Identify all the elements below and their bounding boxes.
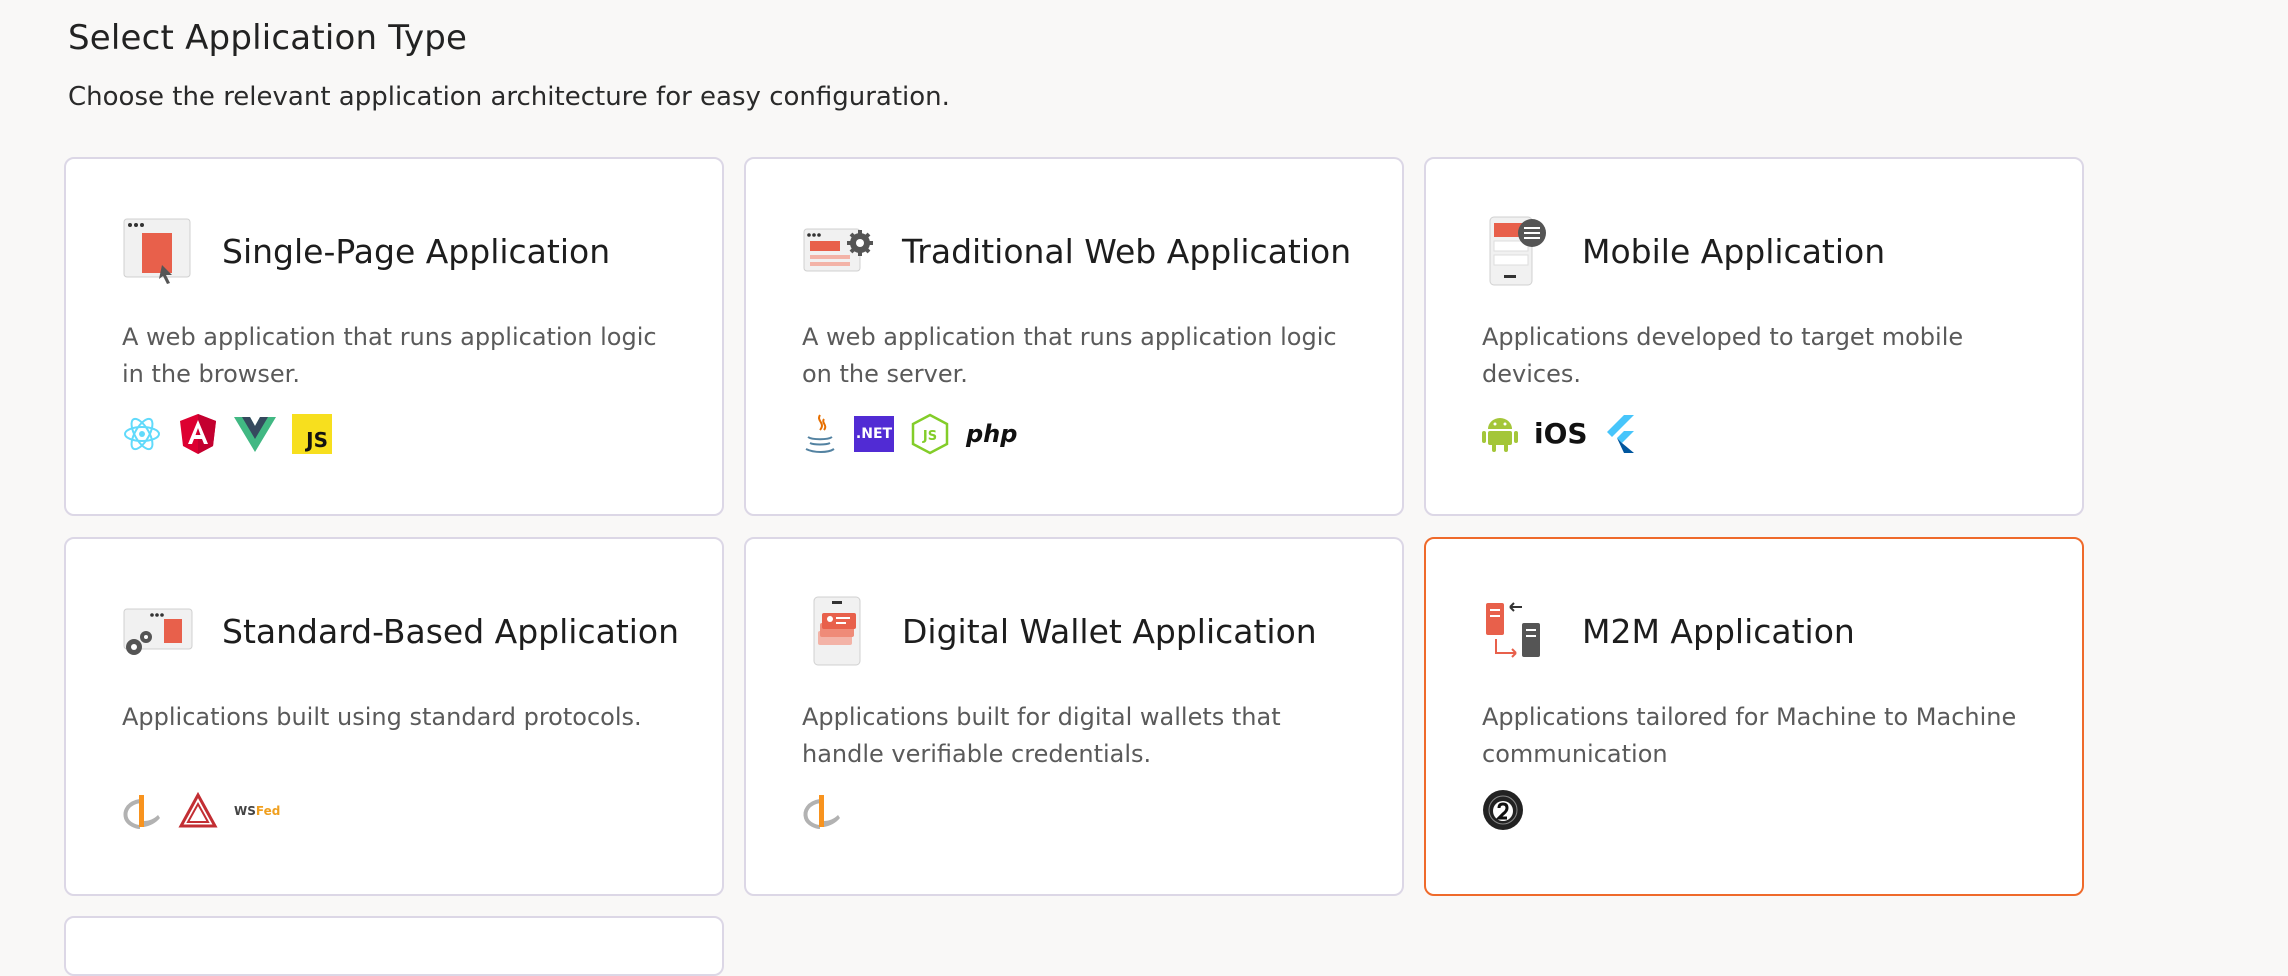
- technology-list: [1482, 789, 1524, 831]
- nodejs-icon: JS: [910, 413, 950, 455]
- android-icon: [1482, 413, 1518, 453]
- card-title: Traditional Web Application: [902, 231, 1352, 271]
- standard-based-app-icon: [122, 595, 194, 667]
- card-description: A web application that runs application …: [122, 323, 657, 388]
- react-icon: [122, 414, 162, 454]
- card-m2m-application[interactable]: M2M Application Applications tailored fo…: [1424, 537, 2084, 896]
- card-description: Applications developed to target mobile …: [1482, 323, 1964, 388]
- wsfed-icon: WS Fed: [234, 804, 281, 818]
- card-description: Applications built for digital wallets t…: [802, 703, 1281, 768]
- vue-icon: [234, 415, 276, 453]
- technology-list: JS: [122, 413, 332, 455]
- card-title: Mobile Application: [1582, 231, 1886, 271]
- card-partial[interactable]: [64, 916, 724, 976]
- flutter-icon: [1604, 413, 1636, 453]
- angular-icon: [178, 413, 218, 455]
- technology-list: .NET JS php: [802, 413, 1017, 455]
- card-title: Single-Page Application: [222, 231, 611, 271]
- card-traditional-web-application[interactable]: Traditional Web Application A web applic…: [744, 157, 1404, 516]
- openid-icon: [802, 791, 842, 831]
- openid-icon: [122, 791, 162, 831]
- digital-wallet-app-icon: [802, 595, 874, 667]
- page-title: Select Application Type: [68, 18, 468, 58]
- technology-list: WS Fed: [122, 791, 280, 831]
- m2m-app-icon: [1482, 595, 1554, 667]
- mobile-app-icon: [1482, 215, 1554, 287]
- card-single-page-application[interactable]: Single-Page Application A web applicatio…: [64, 157, 724, 516]
- card-description: A web application that runs application …: [802, 323, 1337, 388]
- card-description: Applications tailored for Machine to Mac…: [1482, 703, 2017, 768]
- card-mobile-application[interactable]: Mobile Application Applications develope…: [1424, 157, 2084, 516]
- svg-text:JS: JS: [922, 429, 937, 444]
- php-icon: php: [966, 420, 1018, 448]
- java-icon: [802, 413, 838, 455]
- card-title: M2M Application: [1582, 611, 1855, 651]
- card-standard-based-application[interactable]: Standard-Based Application Applications …: [64, 537, 724, 896]
- card-title: Digital Wallet Application: [902, 611, 1317, 651]
- traditional-web-app-icon: [802, 215, 874, 287]
- technology-list: [802, 791, 842, 831]
- card-description: Applications built using standard protoc…: [122, 703, 642, 731]
- dotnet-icon: .NET: [854, 416, 894, 452]
- technology-list: iOS: [1482, 413, 1636, 453]
- javascript-icon: JS: [292, 414, 332, 454]
- oauth2-icon: [1482, 789, 1524, 831]
- ios-icon: iOS: [1534, 416, 1588, 450]
- saml-icon: [178, 792, 218, 830]
- card-title: Standard-Based Application: [222, 611, 680, 651]
- page-subtitle: Choose the relevant application architec…: [68, 82, 950, 112]
- single-page-app-icon: [122, 215, 194, 287]
- card-digital-wallet-application[interactable]: Digital Wallet Application Applications …: [744, 537, 1404, 896]
